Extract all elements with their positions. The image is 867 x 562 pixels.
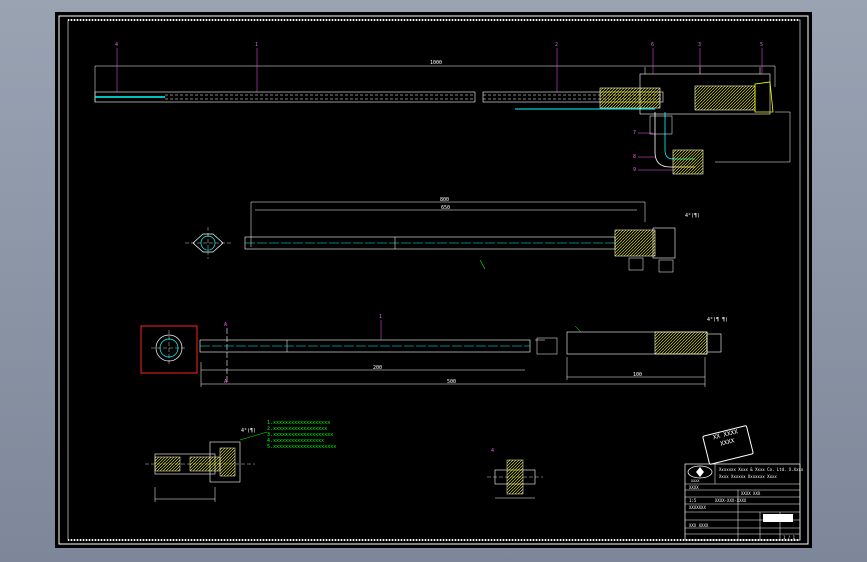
title-sheet: 1 / 1: [783, 535, 796, 540]
balloon-7[interactable]: 7: [633, 130, 636, 136]
dim-d3[interactable]: 500: [447, 379, 456, 385]
title-row: XXXXXXX: [689, 505, 706, 510]
balloon-view3[interactable]: 1: [379, 314, 382, 320]
balloon-8[interactable]: 8: [633, 154, 636, 160]
drawing-sheet[interactable]: 4 1 2 6 3 5 7 8 9 1 4 1000 800 650 500 2…: [55, 12, 812, 548]
thread-callout-b[interactable]: 4°(¶ ¶): [707, 317, 728, 323]
thread-callout-c[interactable]: 4°(¶): [241, 428, 256, 434]
balloon-5[interactable]: 5: [760, 42, 763, 48]
balloon-3[interactable]: 3: [698, 42, 701, 48]
section-marker-bottom[interactable]: A: [224, 379, 227, 385]
balloon-2[interactable]: 2: [555, 42, 558, 48]
title-row: XXXX XXX: [741, 491, 761, 496]
balloon-4[interactable]: 4: [115, 42, 118, 48]
note-line: 5.xxxxxxxxxxxxxxxxxxxxx: [267, 444, 337, 450]
dim-overall[interactable]: 1000: [430, 60, 442, 66]
view-4-detail-left[interactable]: [145, 431, 268, 502]
dim-d1[interactable]: 800: [440, 197, 449, 203]
view-1-assembly[interactable]: [94, 48, 791, 175]
balloon-view5[interactable]: 4: [491, 448, 494, 454]
technical-notes[interactable]: 1.xxxxxxxxxxxxxxxxxxx 2.xxxxxxxxxxxxxxxx…: [267, 420, 336, 450]
balloon-6[interactable]: 6: [651, 42, 654, 48]
title-row: XXX XXXX: [689, 523, 709, 528]
dim-d2[interactable]: 650: [441, 205, 450, 211]
thread-callout-a[interactable]: 4°(¶): [685, 213, 700, 219]
title-drawing-no: XXXX-XXX-XXXX: [715, 498, 747, 503]
dim-d5[interactable]: 100: [633, 372, 642, 378]
dim-d4[interactable]: 200: [373, 365, 382, 371]
drawing-canvas: [58, 15, 809, 545]
title-company: Xxxxxxx Xxxx & Xxxx Co. Ltd. X.Xxxx: [719, 467, 804, 472]
cad-viewport[interactable]: 4 1 2 6 3 5 7 8 9 1 4 1000 800 650 500 2…: [0, 0, 867, 562]
balloon-1[interactable]: 1: [255, 42, 258, 48]
view-5-detail-small[interactable]: [487, 459, 543, 499]
balloon-9[interactable]: 9: [633, 167, 636, 173]
section-marker-top[interactable]: A: [224, 322, 227, 328]
view-2-pipe[interactable]: [185, 201, 676, 273]
title-row: XXXX: [689, 485, 699, 490]
title-scale: 1:5: [689, 498, 697, 503]
title-subtitle: Xxxx Xxxxxx Xxxxxxx Xxxx: [719, 474, 777, 479]
logo-caption: XXXX: [691, 479, 700, 483]
